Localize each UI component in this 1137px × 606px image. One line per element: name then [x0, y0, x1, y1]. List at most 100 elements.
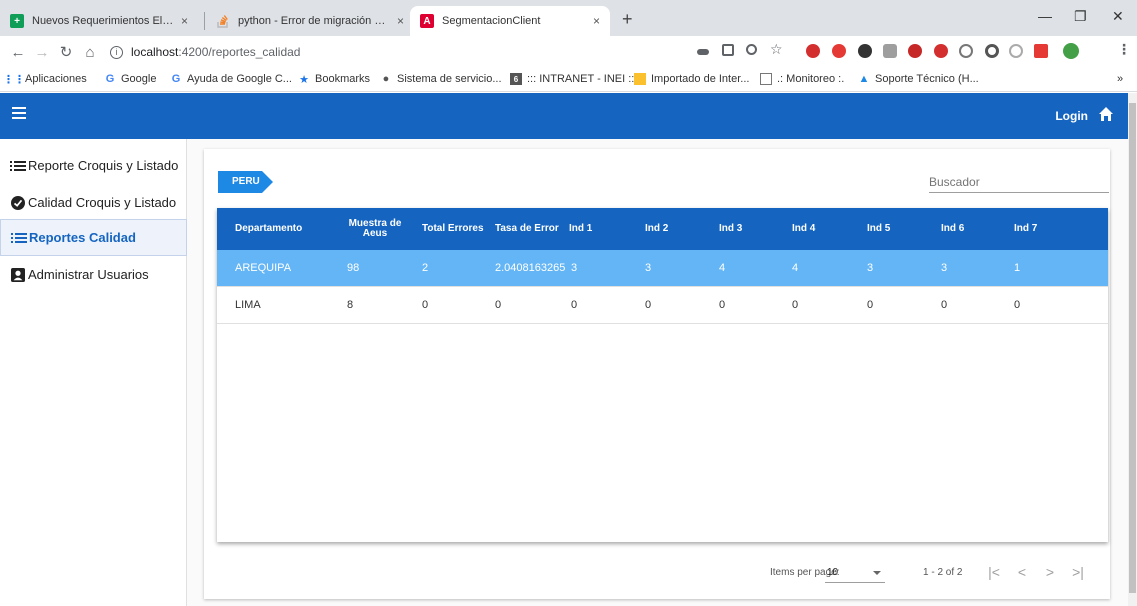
browser-tab-stackoverflow[interactable]: python - Error de migración de D ×	[206, 6, 414, 36]
next-page-button[interactable]: >	[1040, 563, 1060, 583]
opera-icon[interactable]	[832, 44, 846, 58]
first-page-button[interactable]: |<	[984, 563, 1004, 583]
close-tab-icon[interactable]: ×	[593, 14, 600, 28]
bookmark-star-icon[interactable]: ☆	[770, 41, 784, 57]
cell-ind-3: 4	[719, 262, 726, 274]
scrollbar-thumb[interactable]	[1129, 103, 1136, 593]
google-icon: G	[105, 73, 115, 85]
new-tab-button[interactable]: +	[622, 9, 633, 30]
table-row[interactable]: LIMA 8 0 0 0 0 0 0 0 0 0	[217, 287, 1108, 324]
extension-icon[interactable]	[883, 44, 897, 58]
account-box-icon	[11, 267, 25, 282]
pocket-icon[interactable]	[1034, 44, 1048, 58]
browser-menu-icon[interactable]: ⋮	[1117, 41, 1131, 57]
forward-icon[interactable]: →	[30, 44, 54, 61]
tab-separator	[204, 12, 205, 30]
page-range-label: 1 - 2 of 2	[923, 567, 963, 578]
cell-ind-6: 0	[941, 299, 948, 311]
sidebar: Reporte Croquis y Listado Calidad Croqui…	[0, 139, 187, 606]
header-ind-4[interactable]: Ind 4	[792, 208, 832, 250]
bookmark-bookmarks[interactable]: ★ Bookmarks	[298, 73, 371, 86]
extension-icon[interactable]	[1009, 44, 1023, 58]
cell-ind-4: 0	[792, 299, 799, 311]
restore-icon[interactable]: ❐	[1074, 8, 1087, 25]
google-icon: G	[171, 73, 181, 85]
sidebar-item-administrar-usuarios[interactable]: Administrar Usuarios	[0, 256, 187, 293]
close-tab-icon[interactable]: ×	[181, 14, 188, 28]
window-close-icon[interactable]: ✕	[1112, 8, 1124, 25]
header-ind-1[interactable]: Ind 1	[569, 208, 609, 250]
last-page-button[interactable]: >|	[1068, 563, 1088, 583]
cell-ind-1: 3	[571, 262, 578, 274]
bookmark-aplicaciones[interactable]: ⋮⋮ Aplicaciones	[3, 73, 87, 86]
home-browser-icon[interactable]: ⌂	[78, 44, 102, 61]
bookmark-label: Sistema de servicio...	[397, 73, 502, 85]
previous-page-button[interactable]: <	[1012, 563, 1032, 583]
header-ind-2[interactable]: Ind 2	[645, 208, 685, 250]
login-link[interactable]: Login	[1055, 109, 1088, 123]
report-table: Departamento Muestra de Aeus Total Error…	[217, 208, 1108, 542]
reload-icon[interactable]: ↻	[54, 43, 78, 61]
support-icon: ▲	[858, 73, 870, 85]
header-total-errores[interactable]: Total Errores	[422, 208, 492, 250]
page-size-value: 10	[827, 567, 839, 578]
home-icon[interactable]	[1098, 106, 1114, 122]
bookmark-monitoreo[interactable]: .: Monitoreo :.	[760, 73, 844, 85]
cell-muestra: 8	[347, 299, 354, 311]
header-ind-3[interactable]: Ind 3	[719, 208, 759, 250]
header-muestra-aeus[interactable]: Muestra de Aeus	[347, 208, 403, 250]
sidebar-item-reporte-croquis[interactable]: Reporte Croquis y Listado	[0, 147, 187, 184]
sidebar-item-calidad-croquis[interactable]: Calidad Croquis y Listado	[0, 184, 187, 221]
browser-tab-sheets[interactable]: + Nuevos Requerimientos Elegajo - ×	[0, 6, 198, 36]
monitor-icon	[760, 73, 772, 85]
zoom-icon[interactable]	[746, 44, 757, 55]
bookmark-label: ::: INTRANET - INEI :::	[527, 73, 638, 85]
minimize-icon[interactable]: —	[1038, 8, 1052, 24]
breadcrumb-peru[interactable]: PERU	[218, 171, 262, 193]
extension-icon[interactable]	[908, 44, 922, 58]
extension-icon[interactable]	[934, 44, 948, 58]
browser-tab-segmentacion[interactable]: A SegmentacionClient ×	[410, 6, 610, 36]
browser-tab-strip: + Nuevos Requerimientos Elegajo - × pyth…	[0, 0, 1137, 36]
page-size-select[interactable]: 10	[825, 563, 885, 583]
cell-ind-2: 3	[645, 262, 652, 274]
key-icon[interactable]	[697, 49, 709, 55]
check-circle-icon	[11, 195, 25, 210]
cell-total-errores: 2	[422, 262, 429, 274]
report-card: PERU Departamento Muestra de Aeus Total …	[204, 149, 1110, 599]
sidebar-item-label: Calidad Croquis y Listado	[28, 195, 177, 210]
adblock-icon[interactable]	[806, 44, 820, 58]
bookmark-importado[interactable]: Importado de Inter...	[634, 73, 749, 85]
sidebar-item-reportes-calidad[interactable]: Reportes Calidad	[0, 219, 187, 256]
menu-icon[interactable]	[12, 107, 26, 119]
more-bookmarks-icon[interactable]: »	[1117, 73, 1123, 85]
bookmark-intranet[interactable]: 6 ::: INTRANET - INEI :::	[510, 73, 637, 85]
cell-ind-5: 3	[867, 262, 874, 274]
address-bar[interactable]: i localhost:4200/reportes_calidad	[110, 40, 680, 64]
bookmark-label: Bookmarks	[315, 73, 371, 85]
url-path: :4200/reportes_calidad	[178, 45, 301, 59]
extension-icon[interactable]	[858, 44, 872, 58]
bookmark-soporte[interactable]: ▲ Soporte Técnico (H...	[858, 73, 979, 85]
close-tab-icon[interactable]: ×	[397, 14, 404, 28]
header-departamento[interactable]: Departamento	[235, 208, 325, 250]
table-row[interactable]: AREQUIPA 98 2 2.0408163265 3 3 4 4 3 3 1	[217, 250, 1108, 287]
apps-grid-icon: ⋮⋮	[3, 73, 25, 86]
extension-icon[interactable]	[985, 44, 999, 58]
bookmark-ayuda-google[interactable]: G Ayuda de Google C...	[170, 73, 292, 85]
back-icon[interactable]: ←	[6, 44, 30, 61]
profile-avatar[interactable]	[1063, 43, 1079, 59]
translate-icon[interactable]	[722, 44, 734, 56]
bookmark-label: Ayuda de Google C...	[187, 73, 292, 85]
page-scrollbar[interactable]	[1128, 93, 1137, 606]
header-ind-7[interactable]: Ind 7	[1014, 208, 1054, 250]
bookmark-google[interactable]: G Google	[104, 73, 157, 85]
cell-ind-6: 3	[941, 262, 948, 274]
header-ind-6[interactable]: Ind 6	[941, 208, 981, 250]
extension-icon[interactable]	[959, 44, 973, 58]
site-info-icon[interactable]: i	[110, 45, 123, 59]
search-input[interactable]	[929, 171, 1109, 193]
bookmark-sistema[interactable]: ● Sistema de servicio...	[380, 73, 502, 85]
header-tasa-error[interactable]: Tasa de Error	[495, 208, 565, 250]
header-ind-5[interactable]: Ind 5	[867, 208, 907, 250]
